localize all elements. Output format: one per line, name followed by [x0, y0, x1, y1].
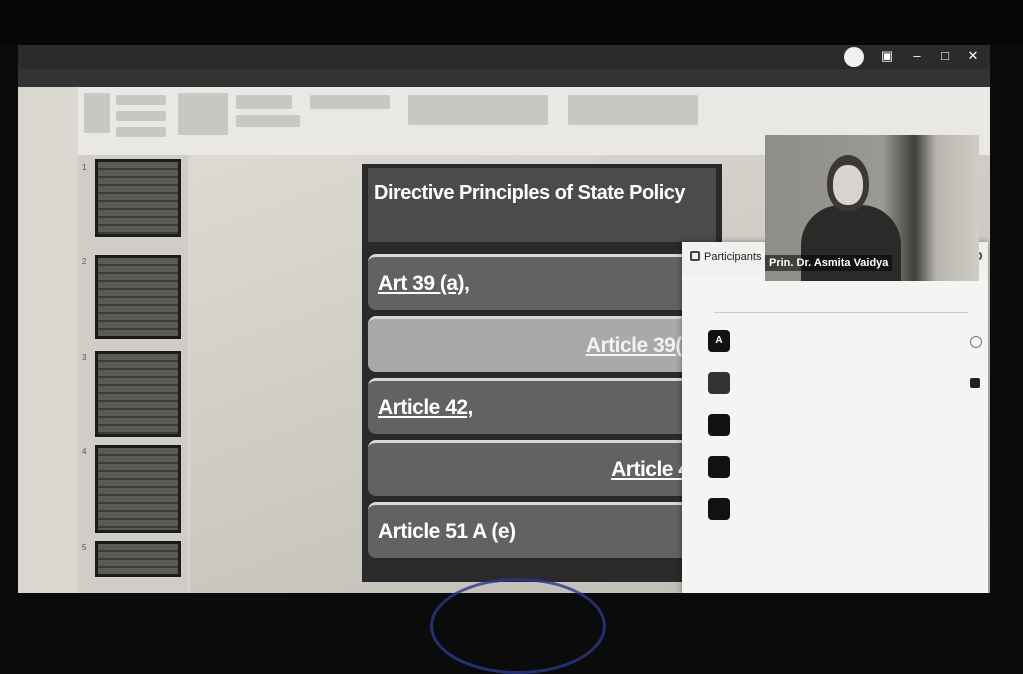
avatar	[708, 414, 730, 436]
ribbon-tabs	[18, 69, 990, 87]
slide-thumbnail-5[interactable]	[95, 541, 181, 577]
thumbnail-number: 3	[82, 353, 87, 362]
font-family-select[interactable]	[236, 95, 292, 109]
institution-stamp	[430, 578, 606, 674]
slide-thumbnail-pane: 1 2 3 4 5	[78, 155, 188, 593]
format-painter-button[interactable]	[116, 127, 166, 137]
copy-button[interactable]	[116, 111, 166, 121]
list-item[interactable]	[708, 370, 980, 400]
paragraph-group[interactable]	[408, 95, 548, 125]
monitor-bezel	[0, 0, 1023, 45]
video-tile[interactable]: Prin. Dr. Asmita Vaidya	[765, 135, 979, 281]
person-face	[833, 165, 863, 205]
find-participant-input[interactable]	[714, 288, 968, 313]
participants-footer	[682, 592, 988, 593]
slide-thumbnail-1[interactable]	[95, 159, 181, 237]
slide-button-article-42[interactable]: Article 42,	[368, 378, 716, 434]
minimize-icon[interactable]: –	[906, 48, 928, 66]
thumbnail-number: 1	[82, 163, 87, 172]
slide-thumbnail-2[interactable]	[95, 255, 181, 339]
thumbnail-number: 2	[82, 257, 87, 266]
new-slide-button[interactable]	[178, 93, 228, 135]
mic-icon	[970, 336, 982, 348]
participants-panel: Participants (64) A	[682, 242, 988, 593]
slide-button-article-39d[interactable]: Article 39(d),	[368, 316, 716, 372]
screen: ▣ – □ ✕ 1 2 3 4 5 Directive Principles o…	[18, 45, 990, 593]
slide-thumbnail-3[interactable]	[95, 351, 181, 437]
avatar	[708, 372, 730, 394]
title-bar: ▣ – □ ✕	[18, 45, 990, 69]
avatar: A	[708, 330, 730, 352]
slide-button-article-51ae[interactable]: Article 51 A (e)	[368, 502, 716, 558]
paste-button[interactable]	[84, 93, 110, 133]
slide-thumbnail-4[interactable]	[95, 445, 181, 533]
avatar	[708, 498, 730, 520]
list-item[interactable]	[708, 454, 978, 484]
list-item[interactable]	[708, 496, 978, 526]
participants-icon	[690, 251, 700, 261]
video-participant-name: Prin. Dr. Asmita Vaidya	[765, 255, 893, 271]
list-item[interactable]	[708, 412, 978, 442]
avatar[interactable]	[844, 47, 864, 67]
avatar	[708, 456, 730, 478]
close-icon[interactable]: ✕	[962, 48, 984, 66]
drawing-group[interactable]	[568, 95, 698, 125]
font-size-select[interactable]	[310, 95, 390, 109]
slide-title[interactable]: Directive Principles of State Policy	[368, 168, 716, 242]
current-slide[interactable]: Directive Principles of State Policy Art…	[362, 164, 722, 582]
font-style-buttons[interactable]	[236, 115, 300, 127]
cut-button[interactable]	[116, 95, 166, 105]
ribbon-display-icon[interactable]: ▣	[876, 48, 898, 66]
list-item[interactable]: A	[708, 328, 982, 358]
video-icon	[970, 378, 980, 388]
slide-button-article-46[interactable]: Article 46,	[368, 440, 716, 496]
thumbnail-number: 5	[82, 543, 87, 552]
restore-icon[interactable]: □	[934, 48, 956, 66]
thumbnail-number: 4	[82, 447, 87, 456]
slide-button-art-39a[interactable]: Art 39 (a),	[368, 254, 716, 310]
